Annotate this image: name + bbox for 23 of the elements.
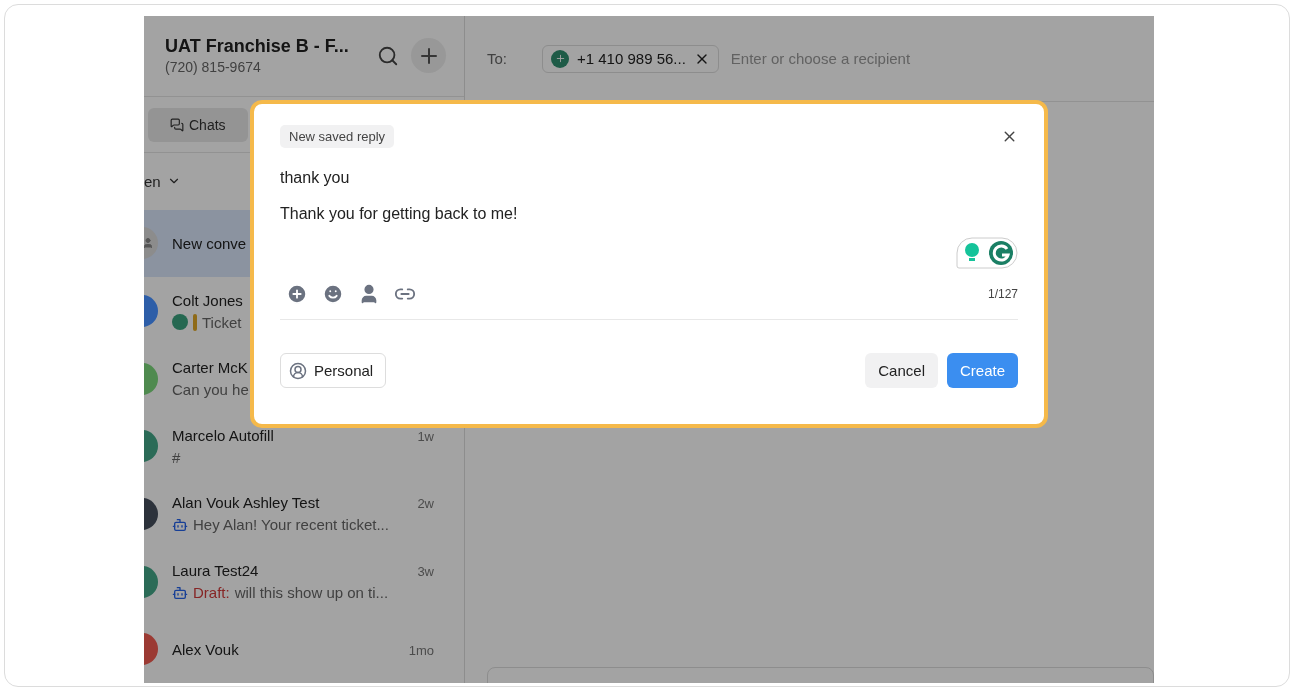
timestamp: 1w (417, 428, 434, 444)
contact-name: Laura Test24 (172, 562, 259, 580)
message-preview: Ticket (202, 313, 242, 331)
draft-label: Draft: (193, 584, 230, 602)
timestamp: 3w (417, 564, 434, 580)
message-preview: Hey Alan! Your recent ticket... (193, 516, 389, 534)
contact-name: New conve (172, 234, 247, 252)
contact-name: Alan Vouk Ashley Test (172, 494, 320, 512)
to-label: To: (487, 50, 508, 67)
message-preview: # (172, 448, 181, 466)
phone-number: (720) 815-9674 (165, 59, 262, 76)
account-title: UAT Franchise B - F... (165, 36, 350, 58)
contact-name: Colt Jones (172, 291, 243, 309)
message-preview: Can you he (172, 381, 249, 399)
message-preview: will this show up on ti... (234, 584, 389, 602)
character-counter: 1/127 (987, 287, 1018, 301)
contact-name: Alex Vouk (172, 640, 239, 658)
contact-name: Marcelo Autofill (172, 426, 274, 444)
contact-name: Carter McK (172, 359, 248, 377)
dialog-tag: New saved reply (280, 125, 395, 148)
timestamp: 1mo (408, 642, 434, 658)
timestamp: 2w (417, 496, 434, 512)
recipient-number: +1 410 989 56... (577, 50, 686, 67)
